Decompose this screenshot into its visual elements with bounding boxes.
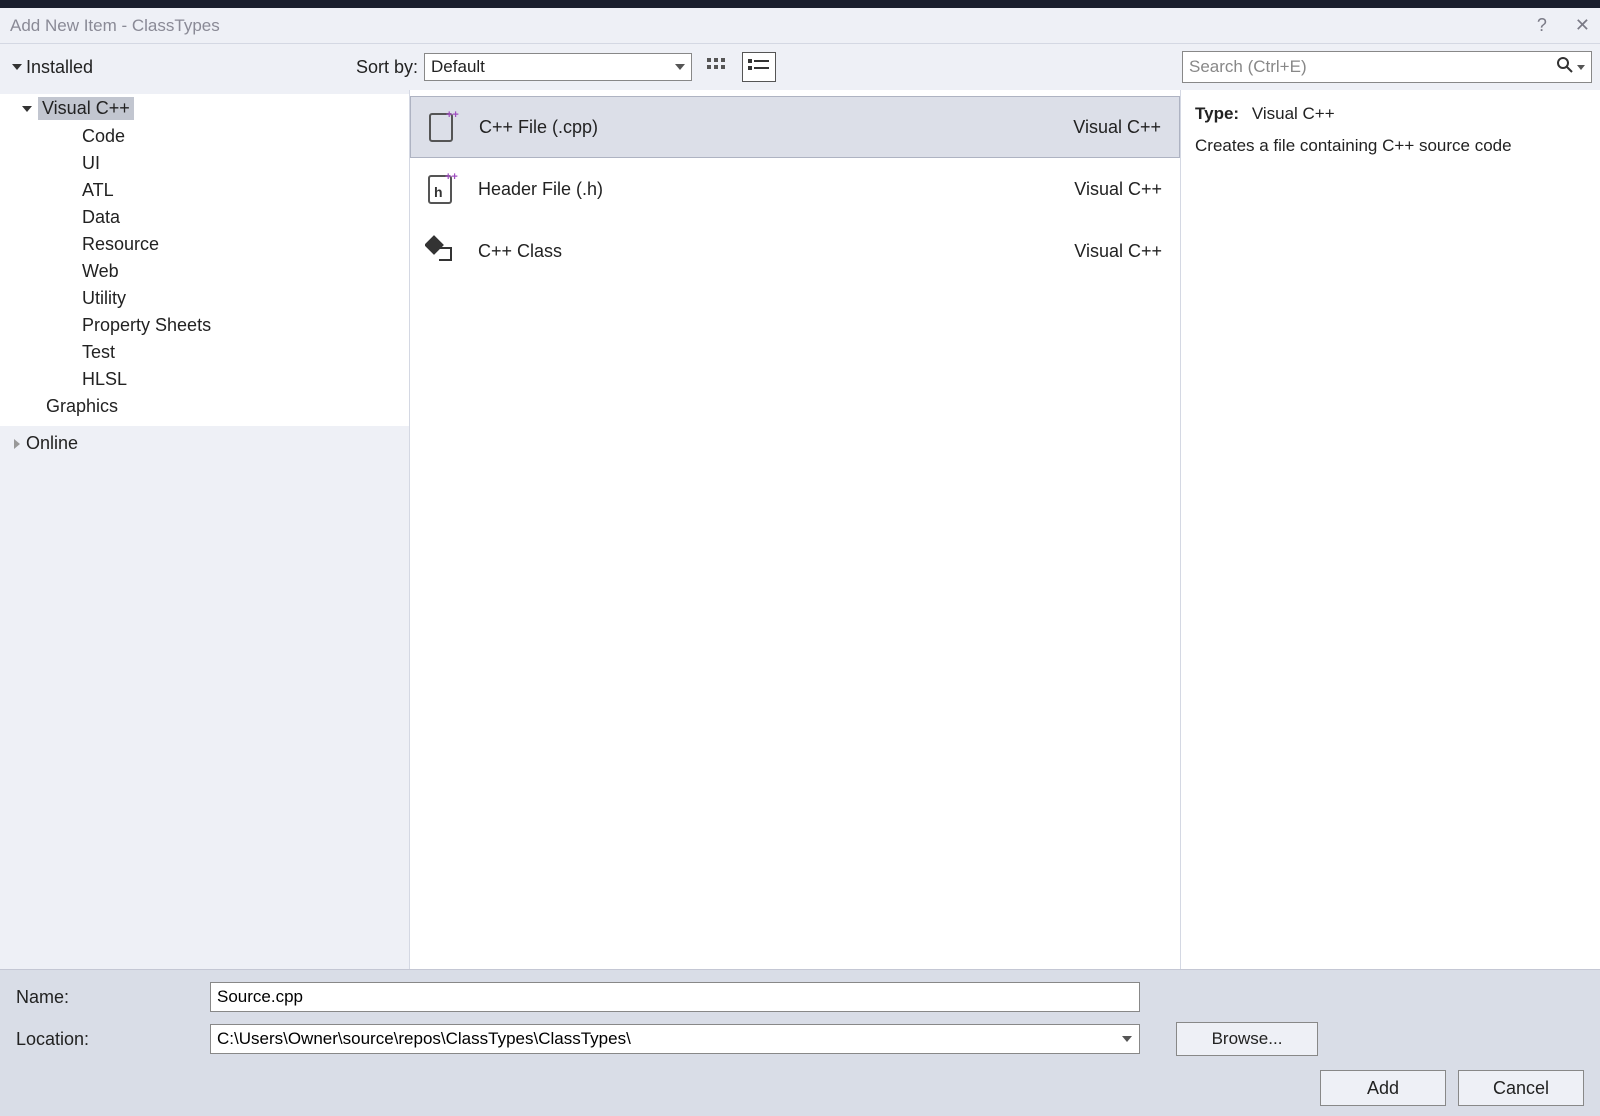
- header-file-icon: h++: [424, 171, 460, 207]
- search-dropdown-icon[interactable]: [1577, 65, 1585, 70]
- sidebar-item-label: Resource: [82, 234, 159, 255]
- search-box[interactable]: [1182, 51, 1592, 83]
- sidebar-item-label: Data: [82, 207, 120, 228]
- tiles-icon: [707, 58, 727, 76]
- main-area: Visual C++ Code UI ATL Data Resource Web…: [0, 90, 1600, 969]
- template-category-label: Visual C++: [1073, 117, 1161, 138]
- sidebar-item-label: Visual C++: [38, 97, 134, 120]
- sidebar-item-atl[interactable]: ATL: [0, 177, 409, 204]
- sidebar-item-label: Online: [26, 433, 78, 454]
- sort-by-label: Sort by:: [356, 57, 418, 78]
- cancel-button[interactable]: Cancel: [1458, 1070, 1584, 1106]
- location-label: Location:: [16, 1029, 196, 1050]
- sidebar-item-ui[interactable]: UI: [0, 150, 409, 177]
- cpp-file-icon: ++: [425, 109, 461, 145]
- view-tiles-button[interactable]: [700, 52, 734, 82]
- name-label: Name:: [16, 987, 196, 1008]
- sidebar-item-label: UI: [82, 153, 100, 174]
- window-top-border: [0, 0, 1600, 8]
- sidebar-item-data[interactable]: Data: [0, 204, 409, 231]
- sidebar-item-resource[interactable]: Resource: [0, 231, 409, 258]
- sidebar-item-visual-cpp[interactable]: Visual C++: [0, 94, 409, 123]
- sidebar-item-hlsl[interactable]: HLSL: [0, 366, 409, 393]
- sidebar-item-label: Utility: [82, 288, 126, 309]
- sidebar-item-label: Graphics: [46, 396, 118, 417]
- titlebar: Add New Item - ClassTypes ? ✕: [0, 8, 1600, 44]
- svg-text:h: h: [434, 184, 443, 200]
- search-input[interactable]: [1189, 57, 1557, 77]
- sidebar-item-test[interactable]: Test: [0, 339, 409, 366]
- window-title: Add New Item - ClassTypes: [10, 16, 220, 36]
- sidebar-item-label: Test: [82, 342, 115, 363]
- template-list: ++ C++ File (.cpp) Visual C++ h++ Header…: [410, 90, 1180, 969]
- description-text: Creates a file containing C++ source cod…: [1195, 136, 1586, 156]
- template-name-label: C++ File (.cpp): [479, 117, 598, 138]
- sidebar-item-graphics[interactable]: Graphics: [0, 393, 409, 420]
- template-item-header-file[interactable]: h++ Header File (.h) Visual C++: [410, 158, 1180, 220]
- type-label: Type:: [1195, 104, 1239, 123]
- search-icon[interactable]: [1557, 57, 1573, 78]
- chevron-down-icon[interactable]: [1122, 1036, 1132, 1042]
- browse-button[interactable]: Browse...: [1176, 1022, 1318, 1056]
- close-button[interactable]: ✕: [1575, 15, 1590, 36]
- sort-by-value: Default: [431, 57, 485, 77]
- sidebar-item-property-sheets[interactable]: Property Sheets: [0, 312, 409, 339]
- sidebar-item-code[interactable]: Code: [0, 123, 409, 150]
- chevron-down-icon: [675, 64, 685, 70]
- sort-by-select[interactable]: Default: [424, 53, 692, 81]
- list-icon: [748, 58, 770, 76]
- svg-text:++: ++: [446, 110, 459, 121]
- name-input[interactable]: [210, 982, 1140, 1012]
- sidebar-item-label: Property Sheets: [82, 315, 211, 336]
- template-item-cpp-file[interactable]: ++ C++ File (.cpp) Visual C++: [410, 96, 1180, 158]
- sidebar: Visual C++ Code UI ATL Data Resource Web…: [0, 90, 410, 969]
- location-input[interactable]: [210, 1024, 1140, 1054]
- sidebar-item-online[interactable]: Online: [0, 430, 409, 457]
- installed-header[interactable]: Installed: [8, 57, 348, 78]
- template-name-label: Header File (.h): [478, 179, 603, 200]
- sidebar-item-label: Web: [82, 261, 119, 282]
- sidebar-item-web[interactable]: Web: [0, 258, 409, 285]
- template-category-label: Visual C++: [1074, 241, 1162, 262]
- installed-label: Installed: [26, 57, 93, 78]
- cpp-class-icon: [424, 233, 460, 269]
- chevron-down-icon: [12, 64, 22, 70]
- chevron-down-icon: [22, 106, 32, 112]
- description-panel: Type: Visual C++ Creates a file containi…: [1180, 90, 1600, 969]
- svg-text:++: ++: [445, 172, 458, 183]
- help-button[interactable]: ?: [1537, 15, 1547, 36]
- template-item-cpp-class[interactable]: C++ Class Visual C++: [410, 220, 1180, 282]
- sidebar-item-label: HLSL: [82, 369, 127, 390]
- add-button[interactable]: Add: [1320, 1070, 1446, 1106]
- chevron-right-icon: [14, 439, 20, 449]
- template-name-label: C++ Class: [478, 241, 562, 262]
- toolbar: Installed Sort by: Default: [0, 44, 1600, 90]
- footer: Name: Location: Browse... Add Cancel: [0, 969, 1600, 1116]
- view-list-button[interactable]: [742, 52, 776, 82]
- sidebar-item-label: ATL: [82, 180, 114, 201]
- type-value: Visual C++: [1252, 104, 1335, 123]
- sidebar-item-utility[interactable]: Utility: [0, 285, 409, 312]
- sidebar-item-label: Code: [82, 126, 125, 147]
- template-category-label: Visual C++: [1074, 179, 1162, 200]
